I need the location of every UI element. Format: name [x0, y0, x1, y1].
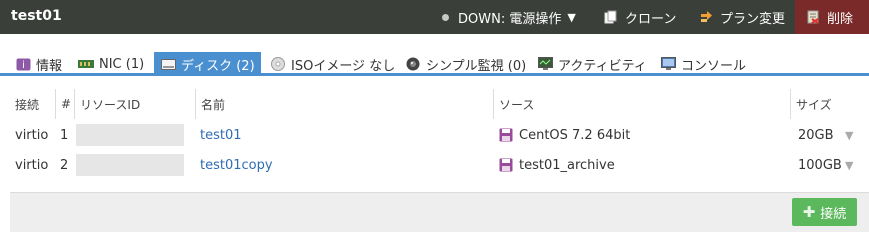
tab-console[interactable]: コンソール: [654, 52, 752, 76]
row-menu-caret-icon[interactable]: ▼: [845, 151, 853, 179]
row-menu-caret-icon[interactable]: ▼: [845, 121, 853, 149]
table-row: virtio 2 test01copy test01_archive 100GB…: [0, 151, 869, 179]
col-header-name[interactable]: 名前: [195, 89, 493, 119]
connect-button[interactable]: ✚ 接続: [792, 198, 857, 226]
table-footer: [10, 192, 869, 232]
iso-disc-icon: [270, 56, 286, 72]
server-header: test01 DOWN: 電源操作 ▼ クローン プラン変更 削除: [0, 0, 869, 34]
disk-name-link[interactable]: test01: [200, 121, 242, 149]
floppy-disk-icon: [498, 127, 514, 143]
source-cell: CentOS 7.2 64bit: [498, 121, 630, 149]
table-row: virtio 1 test01 CentOS 7.2 64bit 20GB ▼: [0, 121, 869, 149]
delete-icon: [805, 9, 821, 25]
col-header-source[interactable]: ソース: [493, 89, 790, 119]
tab-monitoring[interactable]: シンプル監視 (0): [399, 52, 532, 76]
plan-change-label: プラン変更: [720, 11, 786, 27]
tab-bar: i 情報 NIC (1) ディスク (2) ISOイメージ なし シンプル監視 …: [0, 52, 869, 76]
plus-icon: ✚: [802, 203, 816, 221]
clone-button[interactable]: クローン: [603, 0, 676, 34]
server-title: test01: [11, 8, 62, 24]
svg-text:i: i: [22, 60, 25, 71]
resource-id-placeholder: [76, 124, 184, 146]
status-dot-icon: [442, 13, 449, 21]
tab-iso-label: ISOイメージ なし: [291, 58, 396, 74]
col-header-resource-id[interactable]: リソースID: [74, 89, 195, 119]
disk-icon: [160, 56, 176, 72]
source-label: CentOS 7.2 64bit: [519, 127, 631, 143]
tab-nic[interactable]: NIC (1): [72, 52, 150, 76]
info-icon: i: [15, 56, 31, 72]
tab-info[interactable]: i 情報: [9, 52, 68, 76]
tab-console-label: コンソール: [681, 58, 747, 74]
connection-cell: virtio: [15, 157, 49, 173]
size-cell: 100GB: [798, 157, 842, 173]
clone-label: クローン: [625, 11, 677, 27]
delete-button[interactable]: 削除: [795, 0, 869, 34]
floppy-disk-icon: [498, 157, 514, 173]
plan-change-button[interactable]: プラン変更: [698, 0, 785, 34]
activity-monitor-icon: [537, 56, 553, 72]
tab-nic-label: NIC (1): [99, 56, 145, 72]
tab-info-label: 情報: [36, 58, 63, 74]
tab-activity[interactable]: アクティビティ: [531, 52, 653, 76]
power-menu-button[interactable]: DOWN: 電源操作 ▼: [442, 0, 576, 34]
resource-id-placeholder: [76, 154, 184, 176]
console-monitor-icon: [660, 56, 676, 72]
disk-name-link[interactable]: test01copy: [200, 151, 273, 179]
source-cell: test01_archive: [498, 151, 615, 179]
index-cell: 2: [60, 157, 69, 173]
connection-cell: virtio: [15, 127, 49, 143]
nic-icon: [78, 56, 94, 72]
caret-down-icon: ▼: [567, 10, 576, 24]
index-cell: 1: [60, 127, 69, 143]
tab-disk[interactable]: ディスク (2): [154, 52, 261, 76]
col-header-index[interactable]: #: [55, 89, 75, 119]
power-menu-label: DOWN: 電源操作: [458, 11, 562, 27]
size-cell: 20GB: [798, 127, 834, 143]
plan-change-icon: [698, 9, 714, 25]
tab-monitoring-label: シンプル監視 (0): [426, 58, 527, 74]
tab-activity-label: アクティビティ: [558, 58, 647, 74]
monitoring-icon: [405, 56, 421, 72]
delete-label: 削除: [827, 11, 854, 27]
source-label: test01_archive: [519, 157, 615, 173]
col-header-connection[interactable]: 接続: [10, 89, 56, 119]
tab-iso[interactable]: ISOイメージ なし: [264, 52, 401, 76]
col-header-size[interactable]: サイズ: [790, 89, 869, 119]
tab-disk-label: ディスク (2): [181, 58, 255, 74]
clone-icon: [603, 9, 619, 25]
connect-label: 接続: [820, 206, 847, 222]
